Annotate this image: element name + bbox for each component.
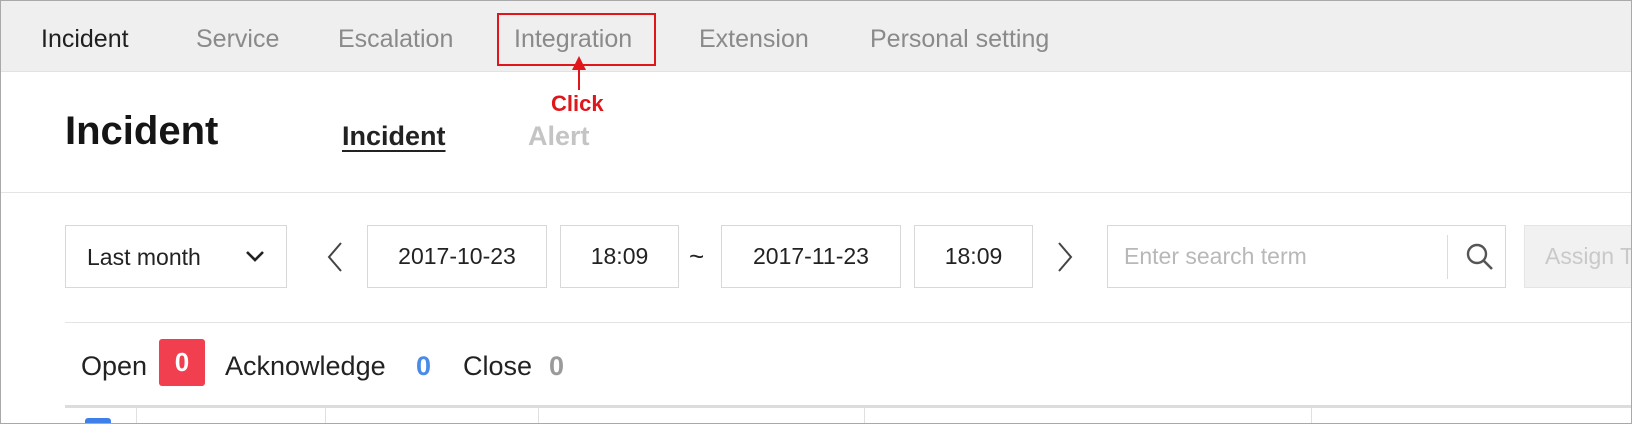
select-all-checkbox[interactable]	[85, 418, 111, 423]
page-title: Incident	[65, 109, 219, 153]
nav-personal-setting[interactable]: Personal setting	[870, 1, 1049, 71]
search-divider	[1447, 235, 1448, 279]
app-window: Incident Service Escalation Integration …	[0, 0, 1632, 424]
subtab-incident[interactable]: Incident	[342, 121, 446, 152]
top-navigation: Incident Service Escalation Integration …	[1, 1, 1631, 72]
period-select[interactable]: Last month	[65, 225, 287, 288]
header-divider	[1, 192, 1631, 193]
nav-incident[interactable]: Incident	[41, 1, 129, 71]
annotation-label: Click	[551, 91, 604, 116]
open-label: Open	[81, 350, 148, 381]
end-time-field[interactable]: 18:09	[914, 225, 1033, 288]
chevron-left-icon[interactable]	[325, 239, 345, 275]
end-date-field[interactable]: 2017-11-23	[721, 225, 901, 288]
period-value: Last month	[87, 244, 201, 270]
nav-extension[interactable]: Extension	[699, 1, 809, 71]
start-time-field[interactable]: 18:09	[560, 225, 679, 288]
column-separator	[1311, 408, 1312, 423]
chevron-down-icon	[246, 251, 264, 262]
start-date-field[interactable]: 2017-10-23	[367, 225, 547, 288]
table-header	[65, 405, 1631, 423]
acknowledge-label: Acknowledge	[225, 350, 386, 381]
search-input[interactable]	[1108, 226, 1446, 287]
column-separator	[136, 408, 137, 423]
column-separator	[864, 408, 865, 423]
column-separator	[325, 408, 326, 423]
summary-divider	[65, 322, 1631, 323]
open-count-badge: 0	[159, 339, 205, 386]
annotation-arrow-icon	[572, 56, 586, 90]
nav-escalation[interactable]: Escalation	[338, 1, 453, 71]
chevron-right-icon[interactable]	[1055, 239, 1075, 275]
search-icon[interactable]	[1465, 242, 1495, 272]
date-range-separator: ~	[689, 241, 705, 271]
assign-button[interactable]: Assign T	[1524, 225, 1631, 288]
close-label: Close	[463, 350, 533, 381]
search-box	[1107, 225, 1506, 288]
acknowledge-count: 0	[416, 350, 432, 381]
nav-service[interactable]: Service	[196, 1, 279, 71]
column-separator	[538, 408, 539, 423]
subtab-alert[interactable]: Alert	[528, 121, 590, 152]
close-count: 0	[549, 350, 565, 381]
